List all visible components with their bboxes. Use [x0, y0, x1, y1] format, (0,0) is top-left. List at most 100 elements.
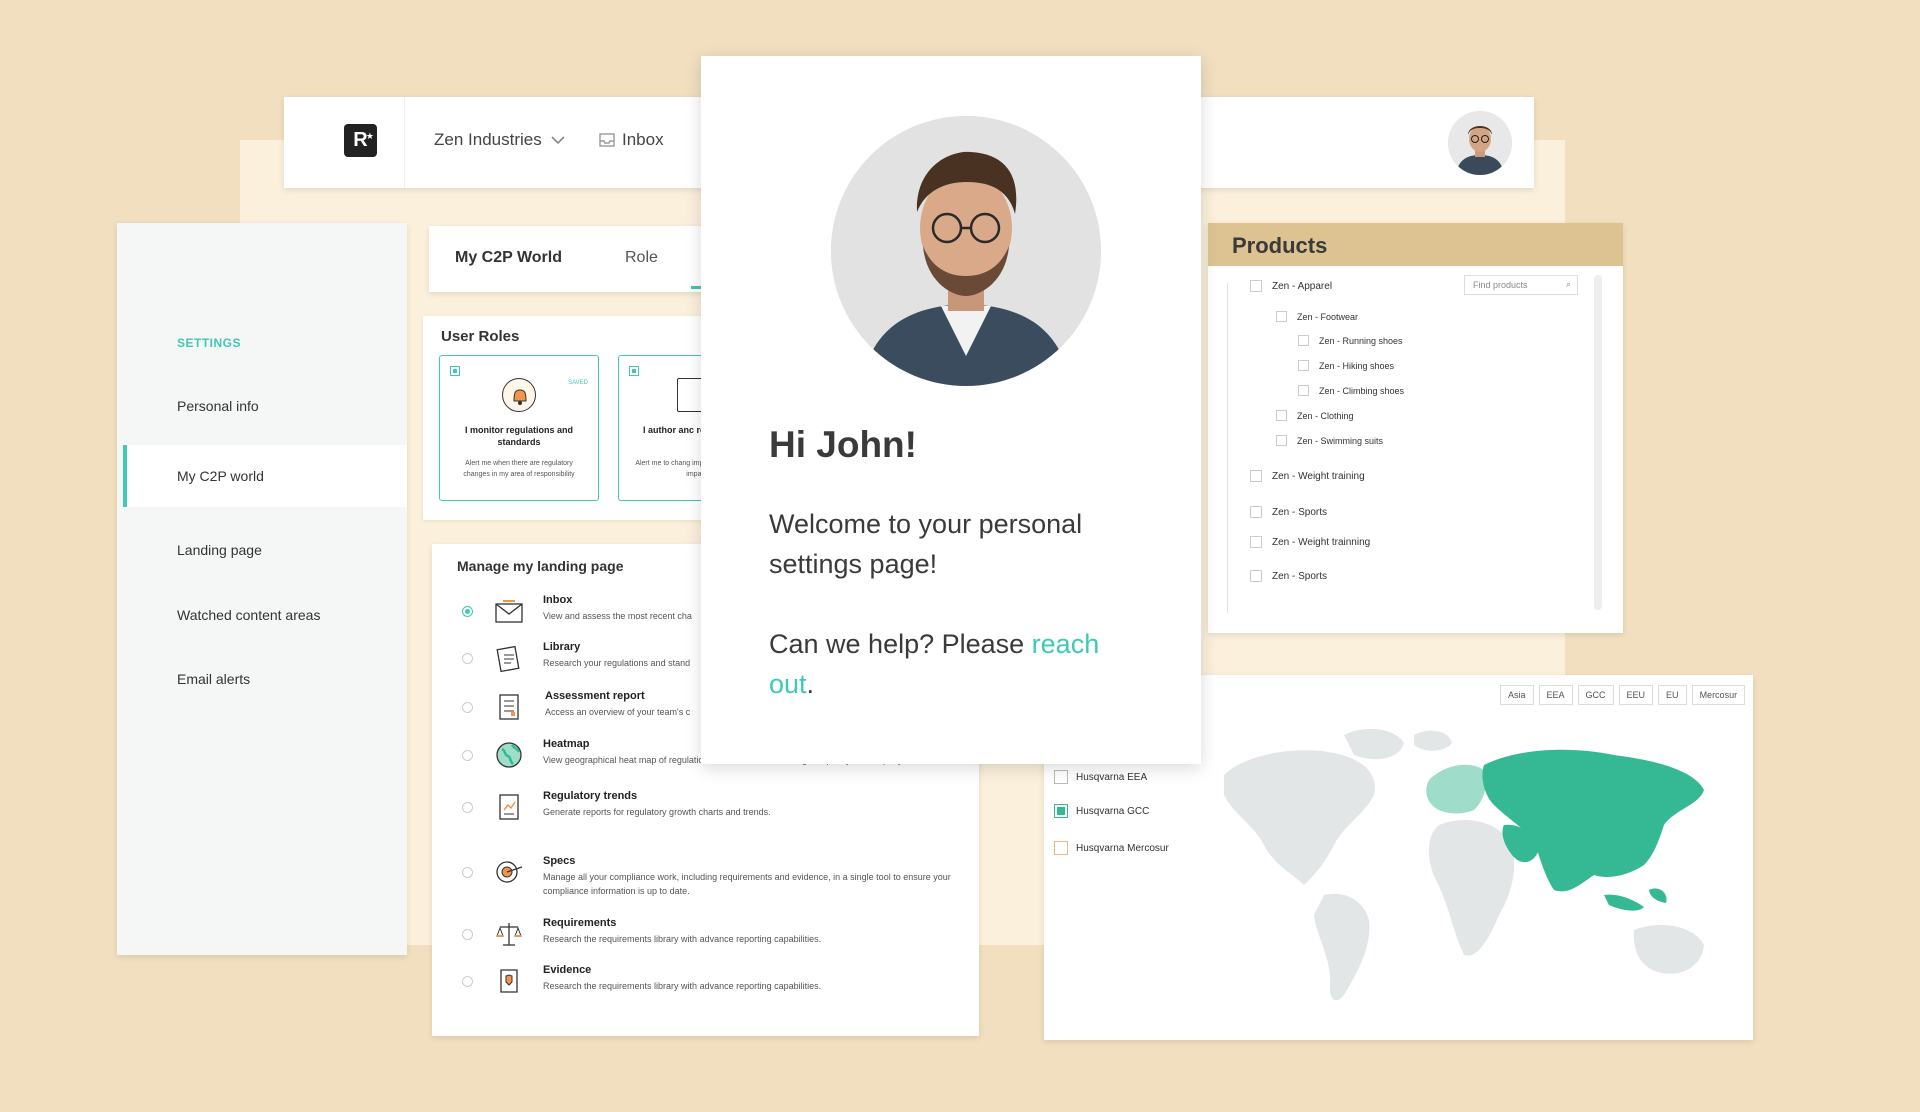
- radio[interactable]: [462, 867, 473, 878]
- settings-sidebar: SETTINGS Personal info My C2P world Land…: [117, 223, 407, 955]
- product-label: Zen - Climbing shoes: [1319, 385, 1405, 396]
- app-logo[interactable]: R ★: [344, 124, 377, 157]
- landing-option-requirements[interactable]: Requirements Research the requirements l…: [432, 917, 979, 967]
- scales-icon: [494, 919, 524, 949]
- product-label: Zen - Running shoes: [1319, 335, 1403, 346]
- report-icon: [494, 692, 524, 722]
- sidebar-item-label: My C2P world: [177, 468, 264, 484]
- legend-checkbox[interactable]: [1054, 770, 1068, 784]
- world-map[interactable]: [1204, 715, 1744, 1025]
- product-checkbox[interactable]: [1276, 311, 1287, 322]
- product-search-input[interactable]: Find products ⌕: [1464, 275, 1578, 295]
- product-checkbox[interactable]: [1276, 435, 1287, 446]
- product-checkbox[interactable]: [1250, 506, 1262, 518]
- product-item[interactable]: Zen - Climbing shoes: [1298, 385, 1404, 396]
- inbox-link[interactable]: Inbox: [598, 130, 664, 150]
- legend-label: Husqvarna Mercosur: [1076, 842, 1169, 854]
- product-item[interactable]: Zen - Apparel: [1250, 280, 1332, 292]
- organization-name: Zen Industries: [434, 130, 542, 149]
- product-label: Zen - Swimming suits: [1297, 435, 1384, 446]
- product-item[interactable]: Zen - Sports: [1250, 570, 1327, 582]
- role-description: Alert me when there are regulatory chang…: [463, 460, 575, 478]
- welcome-modal: Hi John! Welcome to your personal settin…: [701, 56, 1201, 764]
- product-item[interactable]: Zen - Hiking shoes: [1298, 360, 1394, 371]
- user-roles-title: User Roles: [441, 328, 520, 345]
- landing-option-regulatory-trends[interactable]: Regulatory trends Generate reports for r…: [432, 790, 979, 840]
- product-item[interactable]: Zen - Sports: [1250, 506, 1327, 518]
- product-item[interactable]: Zen - Weight training: [1250, 470, 1365, 482]
- region-tab-asia[interactable]: Asia: [1500, 685, 1534, 705]
- trends-icon: [494, 792, 524, 822]
- role-card-monitor[interactable]: SAVED I monitor regulations and standard…: [439, 355, 599, 501]
- envelope-icon: [494, 596, 524, 626]
- legend-item-gcc[interactable]: Husqvarna GCC: [1054, 804, 1149, 818]
- sidebar-item-email-alerts[interactable]: Email alerts: [123, 648, 407, 710]
- product-checkbox[interactable]: [1276, 410, 1287, 421]
- landing-option-specs[interactable]: Specs Manage all your compliance work, i…: [432, 855, 979, 905]
- region-tab-gcc[interactable]: GCC: [1577, 685, 1614, 705]
- products-scrollbar[interactable]: [1594, 275, 1602, 610]
- sidebar-item-my-c2p-world[interactable]: My C2P world: [123, 445, 407, 507]
- region-tab-eu[interactable]: EU: [1658, 685, 1687, 705]
- sidebar-item-landing-page[interactable]: Landing page: [123, 519, 407, 581]
- product-item[interactable]: Zen - Swimming suits: [1276, 435, 1383, 446]
- sidebar-item-watched-content-areas[interactable]: Watched content areas: [123, 584, 407, 646]
- landing-option-description: Research the requirements library with a…: [543, 934, 822, 944]
- product-item[interactable]: Zen - Clothing: [1276, 410, 1354, 421]
- product-search-placeholder: Find products: [1473, 280, 1528, 290]
- radio[interactable]: [462, 929, 473, 940]
- role-checkbox[interactable]: [629, 366, 639, 376]
- product-item[interactable]: Zen - Weight trainning: [1250, 536, 1370, 548]
- product-label: Zen - Apparel: [1272, 280, 1333, 292]
- product-checkbox[interactable]: [1250, 570, 1262, 582]
- radio[interactable]: [462, 750, 473, 761]
- product-checkbox[interactable]: [1298, 335, 1309, 346]
- radio[interactable]: [462, 802, 473, 813]
- product-checkbox[interactable]: [1250, 536, 1262, 548]
- role-card-author[interactable]: I author anc requirem Alert me to chang …: [618, 355, 708, 501]
- role-description: Alert me to chang impact the requiren th…: [635, 460, 708, 478]
- product-checkbox[interactable]: [1250, 470, 1262, 482]
- radio[interactable]: [462, 702, 473, 713]
- product-checkbox[interactable]: [1298, 385, 1309, 396]
- bell-icon: [502, 378, 536, 412]
- help-prefix: Can we help? Please: [769, 629, 1032, 659]
- landing-option-name: Inbox: [543, 594, 573, 606]
- organization-switcher[interactable]: Zen Industries: [434, 130, 566, 150]
- product-label: Zen - Clothing: [1297, 410, 1354, 421]
- user-roles-panel: User Roles SAVED I monitor regulations a…: [423, 316, 708, 520]
- region-tab-eea[interactable]: EEA: [1538, 685, 1573, 705]
- product-checkbox[interactable]: [1250, 280, 1262, 292]
- region-tab-mercosur[interactable]: Mercosur: [1691, 685, 1746, 705]
- inbox-label: Inbox: [622, 130, 664, 149]
- radio[interactable]: [462, 976, 473, 987]
- radio-selected[interactable]: [462, 606, 473, 617]
- region-tab-eeu[interactable]: EEU: [1618, 685, 1654, 705]
- product-label: Zen - Weight training: [1272, 470, 1365, 482]
- saved-badge: SAVED: [568, 380, 588, 386]
- search-icon: ⌕: [1565, 279, 1571, 289]
- tab-bar: My C2P World Role: [429, 226, 709, 292]
- tab-my-c2p-world[interactable]: My C2P World: [455, 249, 562, 267]
- chevron-down-icon: [551, 136, 565, 145]
- role-checkbox[interactable]: [450, 366, 460, 376]
- role-title: I author anc requirem: [643, 425, 708, 435]
- product-item[interactable]: Zen - Running shoes: [1298, 335, 1403, 346]
- library-icon: [494, 643, 524, 673]
- product-label: Zen - Weight trainning: [1272, 536, 1371, 548]
- tab-role[interactable]: Role: [625, 249, 658, 267]
- product-checkbox[interactable]: [1298, 360, 1309, 371]
- landing-option-evidence[interactable]: Evidence Research the requirements libra…: [432, 964, 979, 1014]
- sidebar-item-personal-info[interactable]: Personal info: [123, 375, 407, 437]
- legend-checkbox-checked[interactable]: [1054, 804, 1068, 818]
- legend-checkbox[interactable]: [1054, 841, 1068, 855]
- product-label: Zen - Sports: [1272, 506, 1328, 518]
- user-avatar[interactable]: [1448, 111, 1512, 175]
- product-label: Zen - Hiking shoes: [1319, 360, 1395, 371]
- legend-item-eea[interactable]: Husqvarna EEA: [1054, 770, 1147, 784]
- legend-item-mercosur[interactable]: Husqvarna Mercosur: [1054, 841, 1169, 855]
- legend-label: Husqvarna GCC: [1076, 805, 1150, 817]
- product-item[interactable]: Zen - Footwear: [1276, 311, 1358, 322]
- region-tabs: Asia EEA GCC EEU EU Mercosur: [1500, 685, 1746, 705]
- radio[interactable]: [462, 653, 473, 664]
